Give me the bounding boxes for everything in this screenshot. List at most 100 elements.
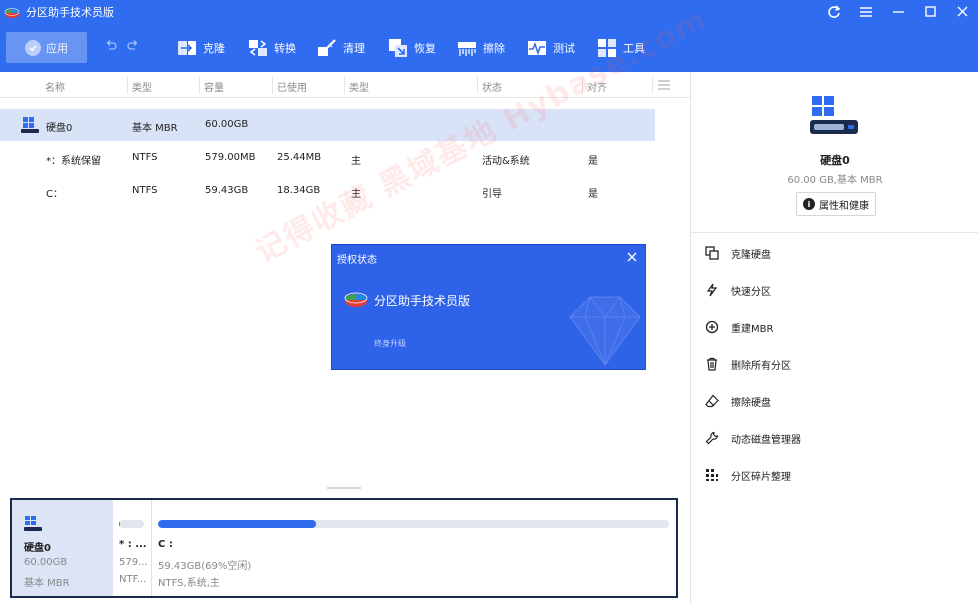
maximize-button[interactable] <box>914 0 946 23</box>
partition-name: C : <box>158 539 173 550</box>
action-wipe-disk[interactable]: 擦除硬盘 <box>705 392 771 410</box>
row-used: 25.44MB <box>277 152 322 163</box>
col-kind[interactable]: 类型 <box>349 79 369 94</box>
defrag-icon <box>706 469 718 481</box>
selected-disk-name: 硬盘0 <box>820 154 850 167</box>
test-tool-button[interactable]: 测试 <box>527 36 575 60</box>
col-type[interactable]: 类型 <box>132 79 152 94</box>
refresh-button[interactable] <box>818 0 850 23</box>
row-status: 引导 <box>482 189 502 200</box>
app-logo-icon <box>344 292 368 307</box>
quick-partition-icon <box>706 283 718 297</box>
disk-map-partition-c[interactable]: C : 59.43GB(69%空闲) NTFS,系统,主 <box>158 500 670 596</box>
convert-tool-button[interactable]: 转换 <box>248 36 296 60</box>
minimize-button[interactable] <box>882 0 914 23</box>
partition-type: NTFS,系统,主 <box>158 578 220 589</box>
row-name: *：系统保留 <box>46 156 101 167</box>
wipe-tool-label: 擦除 <box>483 42 505 55</box>
undo-button[interactable] <box>104 39 118 53</box>
row-capacity: 60.00GB <box>205 119 249 130</box>
clean-icon <box>318 39 336 56</box>
action-label: 分区碎片整理 <box>731 471 791 483</box>
action-label: 擦除硬盘 <box>731 397 771 409</box>
row-capacity: 59.43GB <box>205 185 249 196</box>
refresh-icon <box>828 4 841 18</box>
info-icon: i <box>803 198 815 210</box>
minimize-icon <box>892 11 904 13</box>
disk-large-icon <box>810 96 858 134</box>
redo-icon <box>127 40 138 50</box>
window-title: 分区助手技术员版 <box>26 5 114 19</box>
convert-tool-label: 转换 <box>274 42 296 55</box>
table-header: 名称 类型 容量 已使用 类型 状态 对齐 <box>0 72 690 98</box>
wipe-tool-button[interactable]: 擦除 <box>457 36 505 60</box>
action-quick-partition[interactable]: 快速分区 <box>705 281 771 299</box>
action-dynamic-disk[interactable]: 动态磁盘管理器 <box>705 429 801 447</box>
test-icon <box>528 41 546 56</box>
row-type: NTFS <box>132 185 158 196</box>
clean-tool-label: 清理 <box>343 42 365 55</box>
clone-disk-icon <box>705 246 719 260</box>
action-label: 克隆硬盘 <box>731 249 771 261</box>
action-rebuild-mbr[interactable]: 重建MBR <box>705 318 773 336</box>
title-bar: 分区助手技术员版 <box>0 0 978 23</box>
action-label: 动态磁盘管理器 <box>731 434 801 446</box>
selected-disk-info: 60.00 GB,基本 MBR <box>787 175 883 186</box>
wipe-icon <box>458 42 476 56</box>
row-used: 18.34GB <box>277 185 321 196</box>
disk-map-disk[interactable]: 硬盘0 60.00GB 基本 MBR <box>12 500 113 596</box>
toolbar: 应用 克隆 转换 清理 恢复 擦除 测试 工具 <box>0 23 978 72</box>
col-used[interactable]: 已使用 <box>277 79 307 94</box>
clone-tool-button[interactable]: 克隆 <box>177 36 225 60</box>
disk-map: 硬盘0 60.00GB 基本 MBR * : ... 579... NTF...… <box>10 498 678 598</box>
usage-bar <box>119 520 144 528</box>
disk-map-partition-system[interactable]: * : ... 579... NTF... <box>119 500 150 596</box>
hamburger-icon <box>860 6 872 17</box>
lifetime-upgrade-link[interactable]: 终身升级 <box>374 338 406 349</box>
wipe-disk-icon <box>705 394 719 408</box>
col-align[interactable]: 对齐 <box>587 79 607 94</box>
col-capacity[interactable]: 容量 <box>204 79 224 94</box>
column-options-icon[interactable] <box>658 80 670 90</box>
disk-map-disk-name: 硬盘0 <box>24 543 51 554</box>
disk-details-panel: 硬盘0 60.00 GB,基本 MBR i 属性和健康 克隆硬盘 快速分区 重建… <box>690 72 978 604</box>
row-align: 是 <box>588 156 598 167</box>
dialog-close-icon[interactable] <box>627 252 637 262</box>
col-name[interactable]: 名称 <box>45 79 65 94</box>
dialog-app-name: 分区助手技术员版 <box>374 294 471 308</box>
action-label: 快速分区 <box>731 286 771 298</box>
dialog-title: 授权状态 <box>337 255 377 266</box>
rebuild-mbr-icon <box>705 320 719 334</box>
disk-icon <box>21 117 39 133</box>
clean-tool-button[interactable]: 清理 <box>317 36 365 60</box>
action-delete-all-partitions[interactable]: 删除所有分区 <box>705 355 791 373</box>
clone-icon <box>178 41 196 55</box>
table-row[interactable]: *：系统保留 NTFS 579.00MB 25.44MB 主 活动&系统 是 <box>0 142 655 174</box>
check-icon <box>25 39 41 56</box>
partition-capacity: 59.43GB(69%空闲) <box>158 561 252 572</box>
disk-map-disk-type: 基本 MBR <box>24 578 70 589</box>
action-label: 删除所有分区 <box>731 360 791 372</box>
row-kind: 主 <box>351 156 361 167</box>
redo-button[interactable] <box>126 39 140 53</box>
tools-tool-button[interactable]: 工具 <box>597 36 645 60</box>
action-label: 重建MBR <box>731 323 774 335</box>
tools-icon <box>598 39 616 57</box>
table-row[interactable]: 硬盘0 基本 MBR 60.00GB <box>0 109 655 141</box>
action-defrag[interactable]: 分区碎片整理 <box>705 466 791 484</box>
close-window-button[interactable] <box>946 0 978 23</box>
restore-tool-button[interactable]: 恢复 <box>388 36 436 60</box>
action-clone-disk[interactable]: 克隆硬盘 <box>705 244 771 262</box>
properties-health-button[interactable]: i 属性和健康 <box>796 192 876 216</box>
col-status[interactable]: 状态 <box>482 79 502 94</box>
menu-button[interactable] <box>850 0 882 23</box>
partition-type: NTF... <box>119 574 147 585</box>
table-row[interactable]: C： NTFS 59.43GB 18.34GB 主 引导 是 <box>0 175 655 207</box>
apply-button[interactable]: 应用 <box>6 32 87 63</box>
usage-bar <box>158 520 669 528</box>
restore-tool-label: 恢复 <box>414 42 436 55</box>
panel-splitter-handle[interactable] <box>327 487 361 489</box>
close-icon <box>957 6 967 17</box>
partition-capacity: 579... <box>119 557 148 568</box>
row-type: 基本 MBR <box>132 123 178 134</box>
